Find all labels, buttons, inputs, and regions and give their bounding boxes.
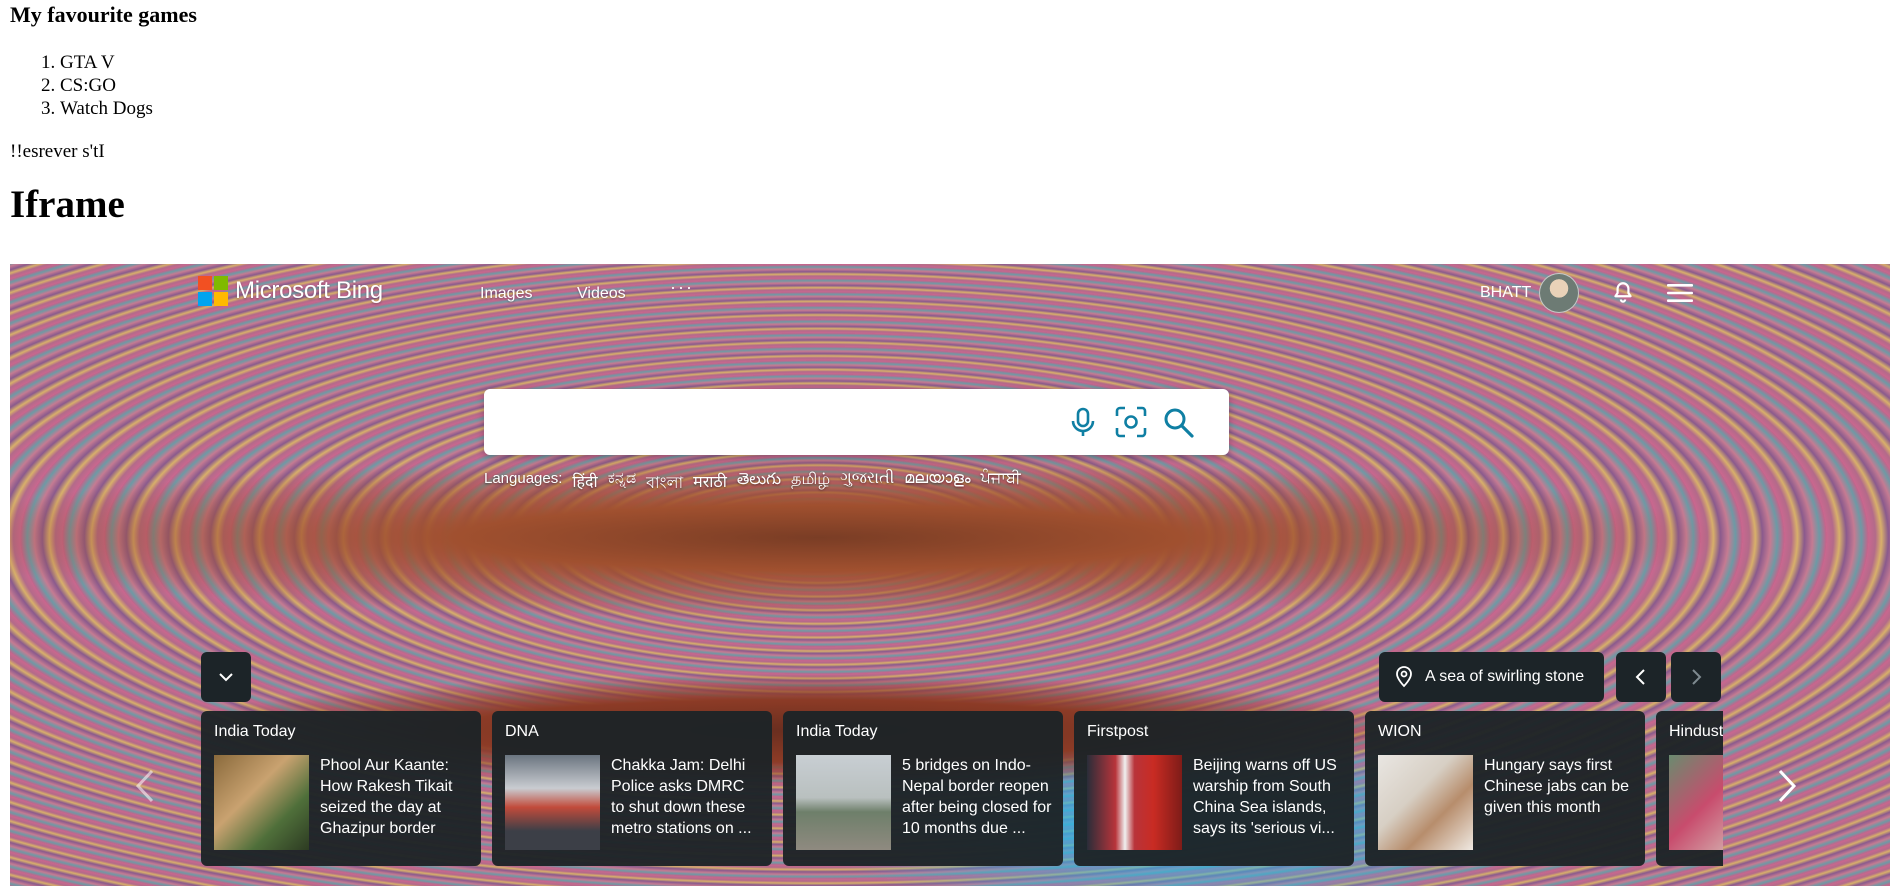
news-source: Hindust xyxy=(1669,723,1723,740)
news-thumbnail xyxy=(1378,755,1473,850)
user-account[interactable]: BHATT xyxy=(1480,273,1580,313)
news-card[interactable]: India Today 5 bridges on Indo-Nepal bord… xyxy=(783,711,1063,866)
news-source: DNA xyxy=(505,723,539,740)
news-thumbnail xyxy=(214,755,309,850)
language-link[interactable]: हिंदी xyxy=(572,470,597,497)
games-list: GTA V CS:GO Watch Dogs xyxy=(10,51,1880,120)
favourite-games-heading: My favourite games xyxy=(10,2,197,27)
news-headline: Hungary says first Chinese jabs can be g… xyxy=(1484,757,1629,816)
hamburger-menu-icon[interactable] xyxy=(1666,280,1694,306)
language-link[interactable]: मराठी xyxy=(693,470,727,497)
news-source: WION xyxy=(1378,723,1422,740)
news-card[interactable]: DNA Chakka Jam: Delhi Police asks DMRC t… xyxy=(492,711,772,866)
collapse-feed-button[interactable] xyxy=(201,652,251,702)
visual-search-icon[interactable] xyxy=(1114,405,1148,439)
avatar xyxy=(1539,273,1580,313)
news-thumbnail xyxy=(505,755,600,850)
bing-logo[interactable]: Microsoft Bing xyxy=(198,276,383,306)
news-carousel: India Today Phool Aur Kaante: How Rakesh… xyxy=(201,711,1723,871)
search-box xyxy=(484,389,1229,455)
reversed-text: !!esrever s'tI xyxy=(10,141,105,162)
news-thumbnail xyxy=(1669,755,1723,850)
microphone-icon[interactable] xyxy=(1066,405,1100,439)
document-body: My favourite games GTA V CS:GO Watch Dog… xyxy=(0,0,1890,227)
news-previous-arrow-icon[interactable] xyxy=(125,761,165,811)
nav-videos-link[interactable]: Videos xyxy=(577,285,626,303)
news-source: India Today xyxy=(796,723,878,740)
news-card[interactable]: India Today Phool Aur Kaante: How Rakesh… xyxy=(201,711,481,866)
language-link[interactable]: ગુજરાતી xyxy=(840,470,894,497)
news-headline: Chakka Jam: Delhi Police asks DMRC to sh… xyxy=(611,757,752,837)
user-name: BHATT xyxy=(1480,284,1532,301)
iframe-heading: Iframe xyxy=(10,183,125,226)
list-item: Watch Dogs xyxy=(60,97,1880,120)
bell-icon[interactable] xyxy=(1610,280,1636,306)
news-next-arrow-icon[interactable] xyxy=(1767,761,1807,811)
news-source: India Today xyxy=(214,723,296,740)
news-headline: Beijing warns off US warship from South … xyxy=(1193,757,1337,837)
language-link[interactable]: ਪੰਜਾਬੀ xyxy=(981,470,1021,497)
nav-images-link[interactable]: Images xyxy=(480,285,532,303)
nav-more-button[interactable]: ··· xyxy=(670,277,694,298)
news-thumbnail xyxy=(1087,755,1182,850)
language-link[interactable]: తెలుగు xyxy=(737,470,781,497)
next-image-button[interactable] xyxy=(1671,652,1721,702)
bing-iframe: Microsoft Bing Images Videos ··· BHATT L… xyxy=(10,264,1890,886)
languages-label: Languages: xyxy=(484,470,563,487)
search-icon[interactable] xyxy=(1161,405,1195,439)
list-item: GTA V xyxy=(60,51,1880,74)
news-card[interactable]: WION Hungary says first Chinese jabs can… xyxy=(1365,711,1645,866)
previous-image-button[interactable] xyxy=(1616,652,1666,702)
news-headline: 5 bridges on Indo-Nepal border reopen af… xyxy=(902,757,1052,837)
image-caption: A sea of swirling stone xyxy=(1425,668,1585,685)
news-source: Firstpost xyxy=(1087,723,1149,740)
language-link[interactable]: தமிழ் xyxy=(791,470,830,497)
language-link[interactable]: বাংলা xyxy=(646,470,683,497)
chevron-down-icon xyxy=(219,673,233,682)
microsoft-logo-icon xyxy=(198,276,228,306)
chevron-right-icon xyxy=(1692,669,1702,685)
language-link[interactable]: ಕನ್ನಡ xyxy=(608,470,636,497)
languages-bar: Languages: हिंदी ಕನ್ನಡ বাংলা मराठी తెలుగ… xyxy=(484,470,1021,497)
news-card[interactable]: Hindust xyxy=(1656,711,1723,866)
news-thumbnail xyxy=(796,755,891,850)
chevron-left-icon xyxy=(1635,669,1645,685)
image-caption-button[interactable]: A sea of swirling stone xyxy=(1379,652,1605,702)
language-link[interactable]: മലയാളം xyxy=(904,470,970,497)
news-card[interactable]: Firstpost Beijing warns off US warship f… xyxy=(1074,711,1354,866)
search-input[interactable] xyxy=(502,403,1046,443)
location-pin-icon xyxy=(1396,666,1412,688)
logo-text: Microsoft Bing xyxy=(235,277,383,304)
news-headline: Phool Aur Kaante: How Rakesh Tikait seiz… xyxy=(320,757,453,837)
list-item: CS:GO xyxy=(60,74,1880,97)
